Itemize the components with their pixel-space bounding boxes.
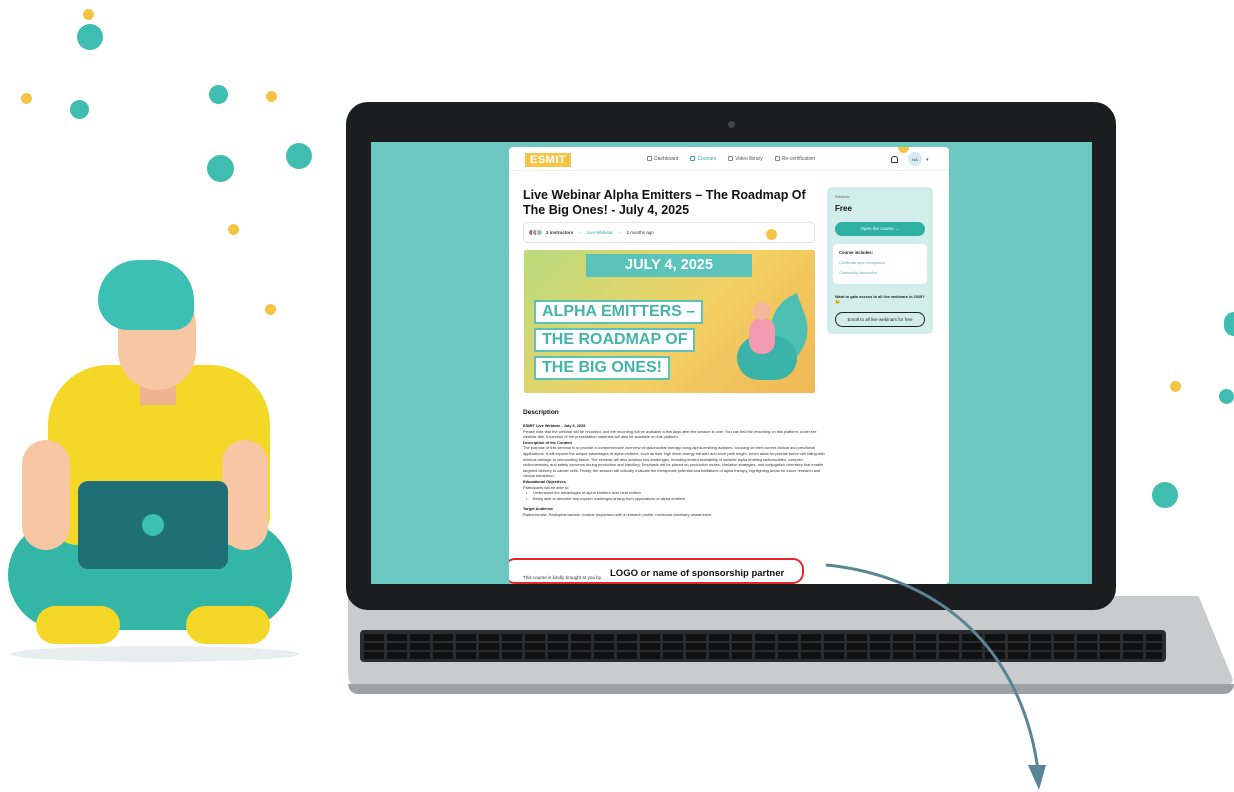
callout-arrow bbox=[825, 563, 1046, 790]
arrow-head-icon bbox=[1028, 765, 1046, 790]
arrow-path bbox=[825, 563, 1040, 771]
stage: ESMIT Dashboard Courses Video library Re… bbox=[0, 0, 1234, 792]
